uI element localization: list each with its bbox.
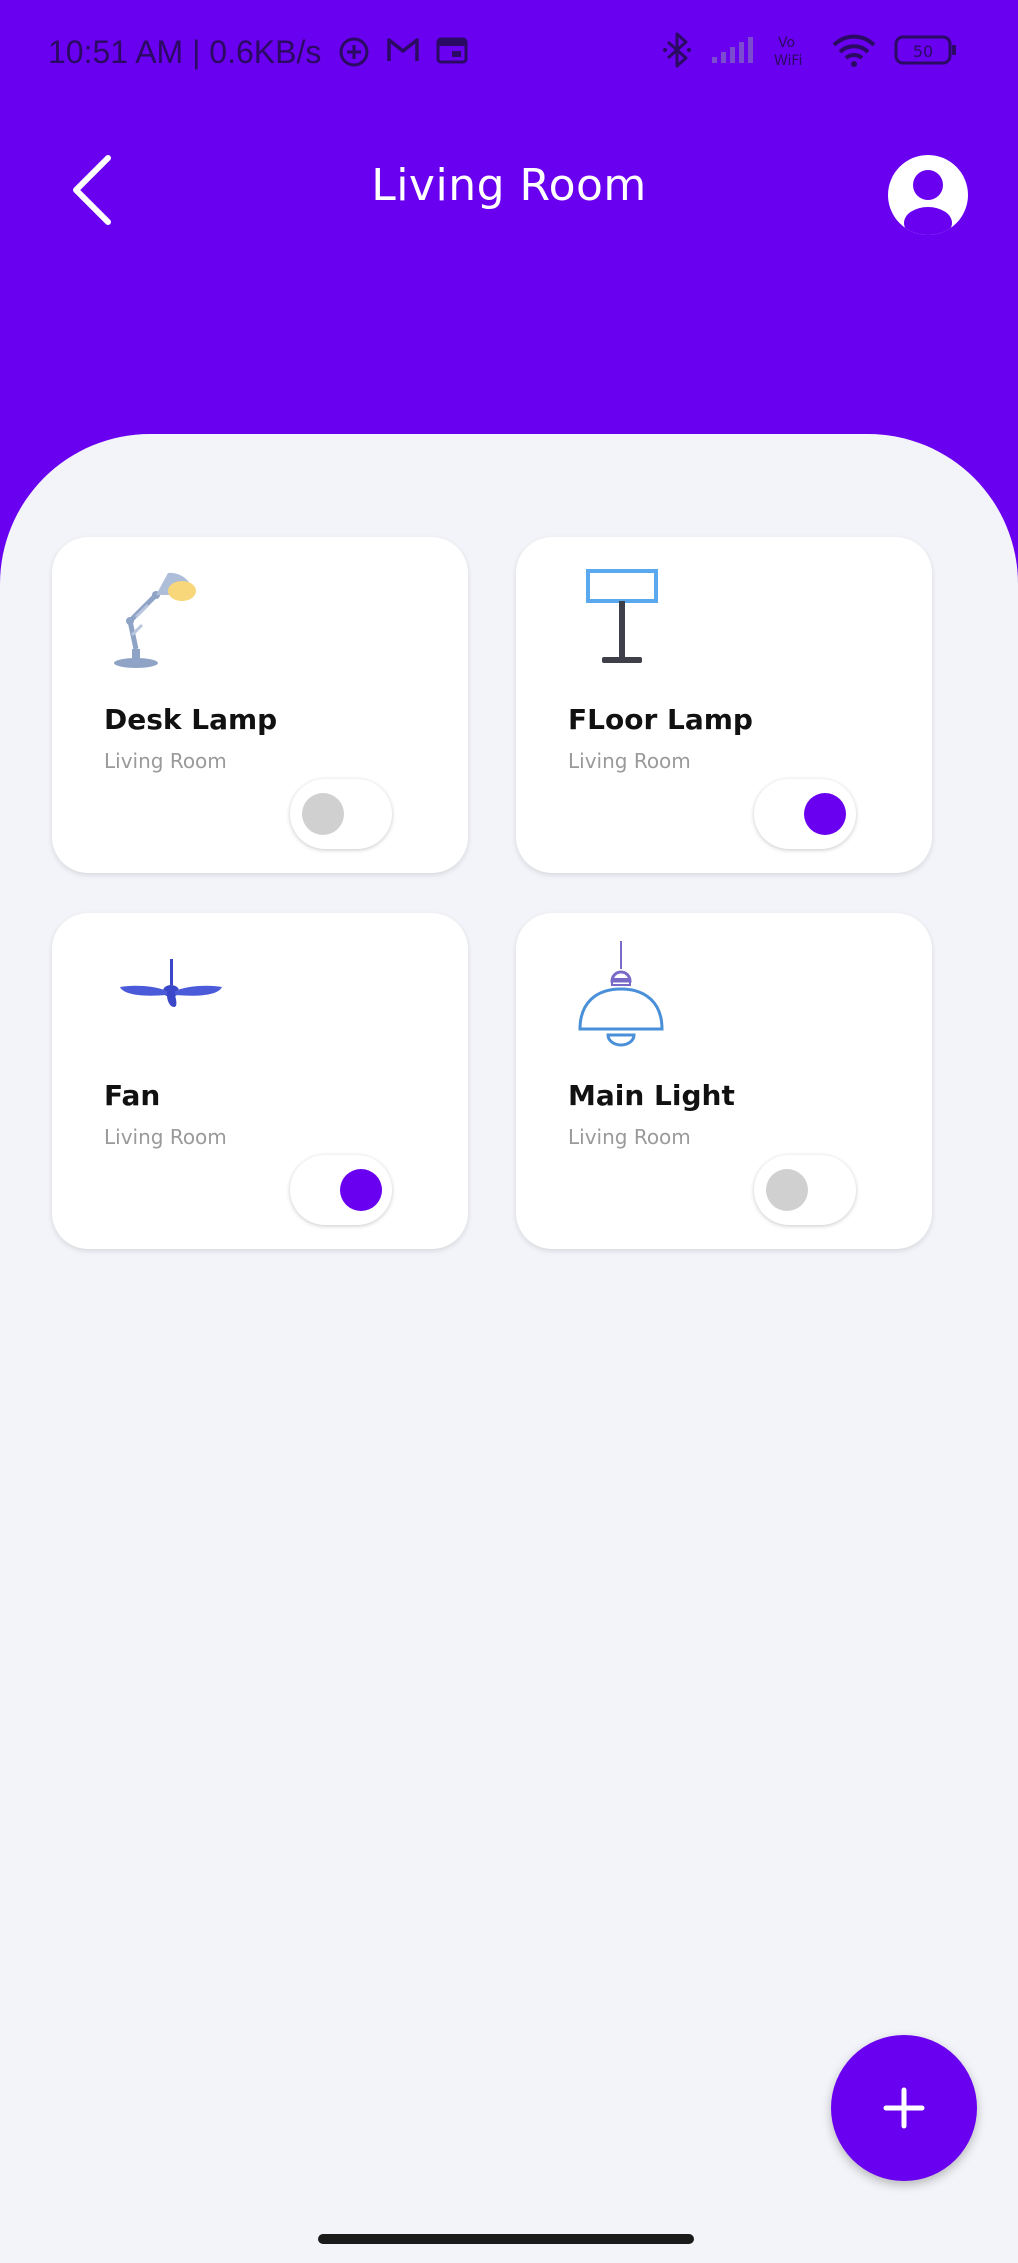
- device-card-fan[interactable]: Fan Living Room: [52, 913, 468, 1249]
- toggle-knob: [804, 793, 846, 835]
- device-room: Living Room: [568, 1125, 691, 1149]
- status-right-icons: Vo WiFi 50: [662, 32, 958, 68]
- toggle-knob: [766, 1169, 808, 1211]
- device-card-floor-lamp[interactable]: FLoor Lamp Living Room: [516, 537, 932, 873]
- battery-level: 50: [913, 42, 933, 61]
- battery-icon: 50: [894, 35, 956, 65]
- toggle-knob: [340, 1169, 382, 1211]
- svg-text:Vo: Vo: [778, 35, 795, 51]
- add-device-button[interactable]: [831, 2035, 977, 2181]
- profile-button[interactable]: [888, 155, 968, 235]
- device-card-desk-lamp[interactable]: Desk Lamp Living Room: [52, 537, 468, 873]
- device-toggle[interactable]: [290, 1155, 392, 1225]
- home-indicator[interactable]: [318, 2234, 694, 2244]
- status-bar: 10:51 AM | 0.6KB/s Vo WiFi 50: [0, 0, 1018, 110]
- vowifi-icon: Vo WiFi: [774, 35, 802, 68]
- bluetooth-icon: [663, 32, 691, 68]
- svg-text:WiFi: WiFi: [774, 53, 802, 68]
- add-circle-icon: [339, 37, 369, 67]
- device-room: Living Room: [104, 1125, 227, 1149]
- pendant-light-icon: [578, 941, 664, 1047]
- device-toggle[interactable]: [290, 779, 392, 849]
- user-avatar-icon: [904, 170, 952, 235]
- device-room: Living Room: [104, 749, 227, 773]
- device-toggle[interactable]: [754, 779, 856, 849]
- device-name: Fan: [104, 1079, 161, 1112]
- device-name: Desk Lamp: [104, 703, 278, 736]
- device-room: Living Room: [568, 749, 691, 773]
- floor-lamp-icon: [586, 569, 658, 663]
- wifi-icon: [832, 34, 876, 67]
- device-name: FLoor Lamp: [568, 703, 753, 736]
- calendar-icon: [436, 37, 468, 64]
- desk-lamp-icon: [114, 572, 196, 668]
- gmail-icon: [387, 38, 419, 61]
- status-time: 10:51 AM | 0.6KB/s: [48, 34, 322, 70]
- plus-icon: [883, 2087, 925, 2129]
- signal-icon: [712, 37, 753, 63]
- status-left-icons: [338, 36, 468, 68]
- fan-icon: [120, 959, 222, 1007]
- device-card-main-light[interactable]: Main Light Living Room: [516, 913, 932, 1249]
- toggle-knob: [302, 793, 344, 835]
- device-toggle[interactable]: [754, 1155, 856, 1225]
- device-name: Main Light: [568, 1079, 735, 1112]
- page-title: Living Room: [371, 160, 647, 211]
